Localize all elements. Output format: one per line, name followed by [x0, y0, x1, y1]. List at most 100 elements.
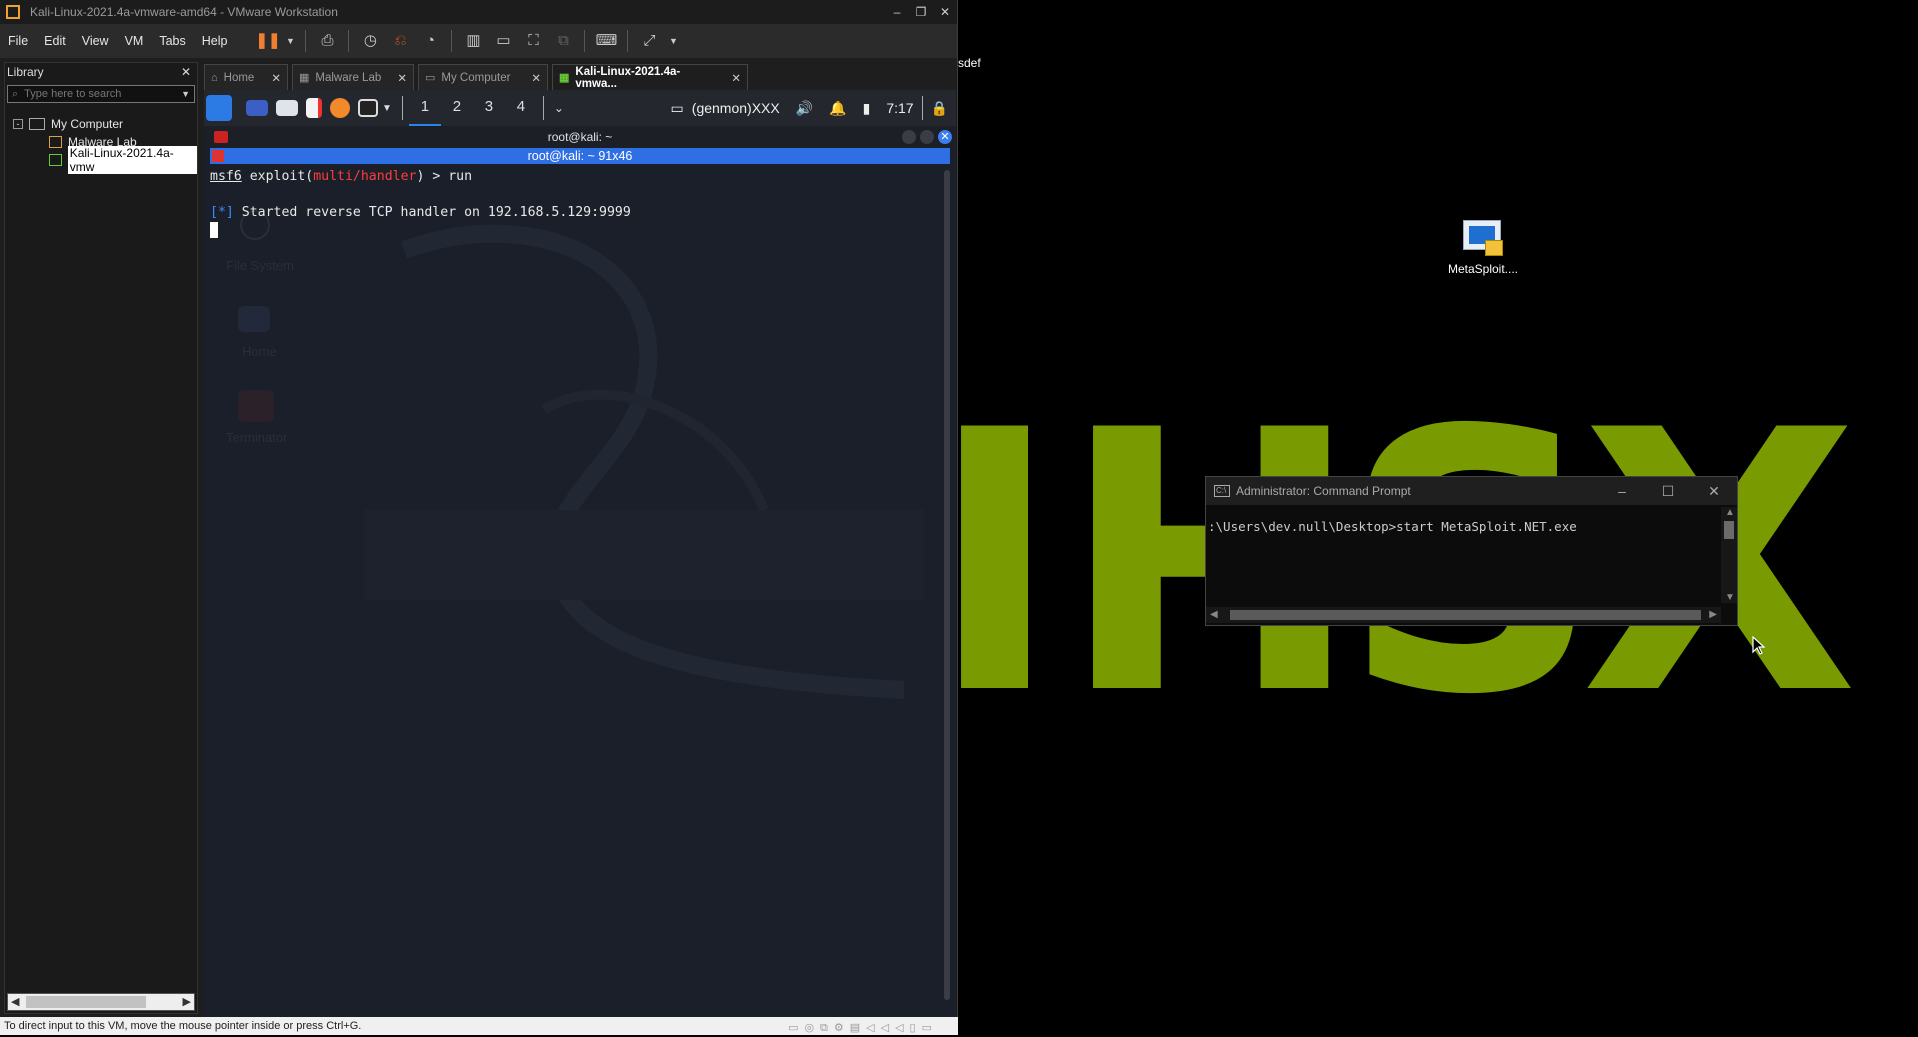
close-tab-icon[interactable]: ✕	[721, 71, 741, 85]
scroll-up-icon[interactable]: ▲	[1725, 507, 1735, 518]
module-name: multi/handler	[313, 169, 417, 184]
library-search-input[interactable]: ⌕ Type here to search ▼	[7, 85, 195, 103]
chevron-down-icon[interactable]: ▼	[181, 89, 190, 99]
scroll-left-icon[interactable]: ◀	[11, 995, 19, 1008]
workspace-4[interactable]: 4	[505, 90, 537, 126]
close-tab-icon[interactable]: ✕	[387, 71, 407, 85]
tab-label: Malware Lab	[315, 71, 382, 84]
scroll-right-icon[interactable]: ▶	[183, 995, 191, 1008]
vmware-menubar: File Edit View VM Tabs Help ❚❚ ▼ ⎙ ◷ ⎌ ◔…	[0, 24, 957, 58]
library-title: Library	[7, 65, 44, 79]
library-scroll-thumb[interactable]	[26, 996, 146, 1008]
pause-icon[interactable]: ❚❚	[255, 30, 280, 52]
file-manager-icon[interactable]	[276, 100, 298, 116]
scroll-left-icon[interactable]: ◀	[1210, 609, 1218, 620]
lock-icon[interactable]: 🔒	[931, 100, 948, 117]
unity-icon[interactable]: ⧉	[552, 30, 574, 52]
tab-label: Home	[223, 71, 255, 84]
terminator-header[interactable]: root@kali: ~ 91x46	[210, 148, 950, 164]
revert-snapshot-icon[interactable]: ⎌	[389, 30, 411, 52]
close-tab-icon[interactable]: ✕	[261, 71, 281, 85]
show-library-icon[interactable]: ▥	[462, 30, 484, 52]
cmd-vertical-scrollbar[interactable]: ▲ ▼	[1721, 507, 1737, 603]
battery-icon[interactable]: ▮	[863, 100, 871, 117]
vm-screen[interactable]: ▼ 1 2 3 4 ⌄ ▭ (genmon)XXX 🔊 🔔 ▮ 7:17 🔒 F…	[204, 90, 956, 1017]
tab-home[interactable]: ⌂ Home ✕	[204, 64, 288, 90]
cmd-titlebar[interactable]: C:\ Administrator: Command Prompt – ☐ ✕	[1206, 477, 1737, 505]
tab-kali[interactable]: ▦ Kali-Linux-2021.4a-vmwa... ✕	[552, 64, 748, 90]
cmd-title: Administrator: Command Prompt	[1236, 484, 1411, 498]
vmware-titlebar[interactable]: Kali-Linux-2021.4a-vmware-amd64 - VMware…	[0, 0, 957, 24]
vm-icon: ▦	[559, 72, 570, 84]
kali-top-panel: ▼ 1 2 3 4 ⌄ ▭ (genmon)XXX 🔊 🔔 ▮ 7:17 🔒	[204, 90, 956, 126]
tree-item-my-computer[interactable]: - My Computer	[5, 115, 197, 133]
stretch-guest-icon[interactable]: ⤢	[638, 30, 660, 52]
terminal-icon	[214, 131, 228, 143]
text-editor-icon[interactable]	[306, 98, 322, 118]
minimize-button[interactable]	[902, 130, 916, 144]
menu-vm[interactable]: VM	[125, 34, 144, 48]
library-horizontal-scrollbar[interactable]: ◀ ▶	[7, 993, 195, 1011]
installer-icon	[1461, 218, 1505, 258]
workspace-3[interactable]: 3	[473, 90, 505, 126]
tab-label: My Computer	[441, 71, 511, 84]
terminal-icon[interactable]	[358, 99, 378, 117]
close-button[interactable]: ✕	[938, 130, 952, 144]
collapse-icon[interactable]: -	[13, 119, 23, 129]
close-tab-icon[interactable]: ✕	[521, 71, 541, 85]
maximize-button[interactable]: ☐	[1645, 483, 1691, 500]
minimize-button[interactable]: –	[1599, 483, 1645, 500]
terminal-scrollbar[interactable]	[944, 170, 950, 1000]
close-library-icon[interactable]: ✕	[181, 65, 191, 79]
close-button[interactable]: ✕	[1691, 483, 1737, 500]
show-desktop-icon[interactable]	[246, 100, 268, 116]
command-prompt-window[interactable]: C:\ Administrator: Command Prompt – ☐ ✕ …	[1205, 476, 1738, 626]
volume-icon[interactable]: 🔊	[796, 100, 813, 117]
snapshot-icon[interactable]: ◷	[359, 30, 381, 52]
snapshot-manager-icon[interactable]: ◔	[419, 30, 441, 52]
tree-item-label: Kali-Linux-2021.4a-vmw	[67, 146, 197, 174]
cmd-hscroll-thumb[interactable]	[1230, 610, 1701, 620]
vmware-statusbar: To direct input to this VM, move the mou…	[0, 1017, 958, 1035]
cmd-vscroll-thumb[interactable]	[1724, 521, 1734, 539]
menu-file[interactable]: File	[8, 34, 28, 48]
restore-button[interactable]: ❐	[909, 5, 933, 19]
notification-bell-icon[interactable]: 🔔	[829, 100, 846, 117]
chevron-down-icon[interactable]: ▼	[382, 103, 392, 114]
thumbnail-bar-icon[interactable]: ▭	[492, 30, 514, 52]
maximize-button[interactable]	[920, 130, 934, 144]
scroll-down-icon[interactable]: ▼	[1725, 592, 1735, 603]
menu-help[interactable]: Help	[202, 34, 228, 48]
close-button[interactable]: ✕	[933, 5, 957, 19]
metasploit-desktop-icon[interactable]: MetaSploit....	[1428, 218, 1538, 276]
genmon-label[interactable]: (genmon)XXX	[692, 100, 780, 116]
clock[interactable]: 7:17	[886, 100, 913, 116]
console-view-icon[interactable]: ⌨	[595, 30, 618, 52]
menu-edit[interactable]: Edit	[44, 34, 66, 48]
send-ctrl-alt-del-icon[interactable]: ⎙	[316, 30, 338, 52]
firefox-icon[interactable]	[330, 98, 350, 118]
device-status-icons[interactable]: ▭◎⧉⚙▤◁◁◁▯▭	[788, 1019, 938, 1037]
scroll-right-icon[interactable]: ▶	[1709, 609, 1717, 620]
cmd-output[interactable]: :\Users\dev.null\Desktop>start MetaSploi…	[1206, 505, 1737, 585]
cmd-horizontal-scrollbar[interactable]: ◀ ▶	[1206, 607, 1721, 623]
cmd-icon: C:\	[1214, 485, 1230, 497]
tab-malware-lab[interactable]: ▦ Malware Lab ✕	[292, 64, 414, 90]
dropdown-icon[interactable]: ▼	[285, 30, 295, 52]
terminal-titlebar[interactable]: root@kali: ~ ✕	[204, 126, 956, 148]
tab-my-computer[interactable]: ▭ My Computer ✕	[418, 64, 548, 90]
menu-tabs[interactable]: Tabs	[159, 34, 185, 48]
terminal-cursor-line	[210, 222, 940, 240]
terminal-output[interactable]: msf6 exploit(multi/handler) > run [*] St…	[210, 168, 940, 1003]
dropdown-icon[interactable]: ▼	[668, 30, 678, 52]
tree-item-kali[interactable]: Kali-Linux-2021.4a-vmw	[5, 146, 197, 174]
fullscreen-icon[interactable]: ⛶	[522, 30, 544, 52]
menu-view[interactable]: View	[82, 34, 109, 48]
vm-icon	[49, 154, 62, 166]
kali-menu-icon[interactable]	[206, 95, 232, 121]
desktop-edge-text: sdef	[958, 56, 981, 70]
workspace-2[interactable]: 2	[441, 90, 473, 126]
workspace-1[interactable]: 1	[408, 90, 441, 126]
minimize-button[interactable]: –	[885, 5, 909, 19]
chevron-down-icon[interactable]: ⌄	[554, 101, 564, 115]
